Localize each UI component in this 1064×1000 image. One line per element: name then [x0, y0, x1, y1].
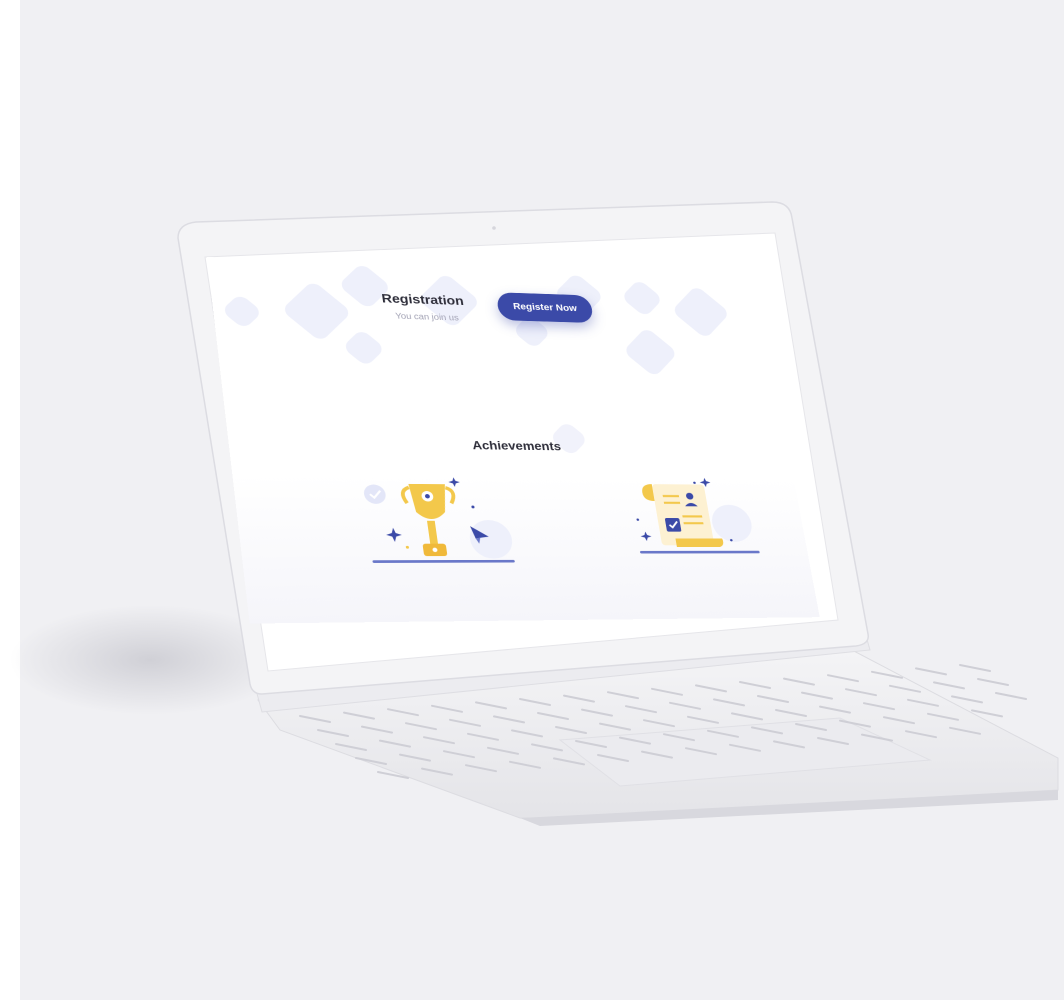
deco-shape: [620, 278, 664, 318]
key: [933, 681, 965, 690]
trophy-illustration: [362, 478, 525, 580]
key: [995, 692, 1027, 700]
deco-shape: [342, 328, 386, 367]
dot-icon: [636, 518, 640, 521]
scroll-bottom: [675, 538, 725, 548]
registration-title: Registration: [380, 291, 465, 309]
register-now-button[interactable]: Register Now: [495, 292, 595, 323]
registration-subtitle: You can join us: [394, 311, 460, 323]
key: [959, 664, 991, 672]
deco-shape: [622, 326, 678, 378]
achievements-title: Achievements: [471, 438, 562, 453]
trophy-handle-left: [402, 487, 411, 503]
camera-dot: [492, 226, 496, 230]
trophy-cup: [408, 483, 450, 520]
deco-shape: [220, 293, 263, 330]
trophy-stem: [427, 520, 438, 544]
certificate-paper: [651, 484, 715, 546]
sparkle-icon: [639, 531, 653, 542]
deco-shape: [281, 280, 353, 343]
key: [951, 695, 983, 704]
key: [915, 667, 947, 676]
bg-blob: [709, 504, 755, 542]
trophy-handle-right: [444, 485, 455, 504]
screen-content: Registration You can join us Register No…: [207, 257, 820, 624]
check-bubble-icon: [362, 484, 387, 504]
sparkle-icon: [448, 478, 461, 488]
bg-blob: [467, 520, 515, 559]
deco-shape: [671, 285, 731, 340]
sparkle-icon: [385, 527, 403, 542]
key: [977, 678, 1009, 686]
certificate-illustration: [622, 477, 773, 564]
dot-icon: [405, 545, 410, 549]
checkbox-icon: [664, 518, 682, 532]
dot-icon: [471, 505, 475, 509]
dot-icon: [693, 481, 696, 484]
